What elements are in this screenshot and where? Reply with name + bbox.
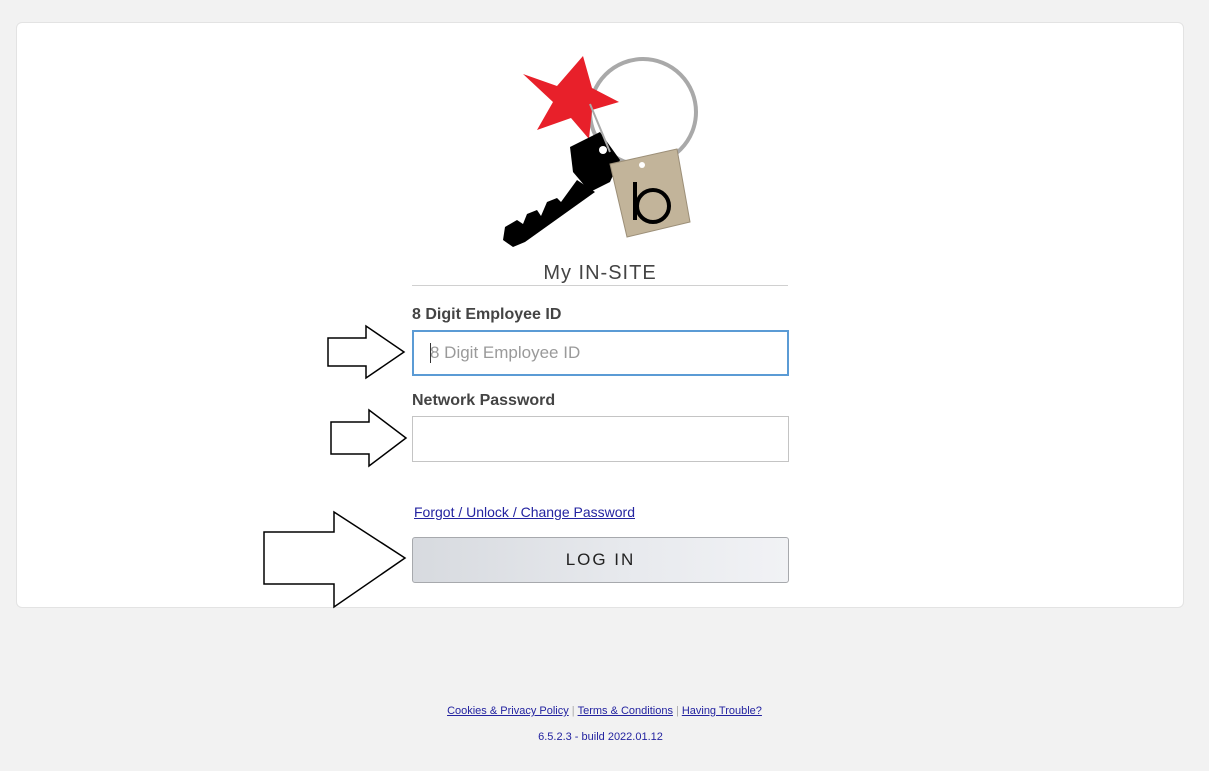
arrow-right-icon [263,510,407,609]
cookies-privacy-link[interactable]: Cookies & Privacy Policy [447,705,569,717]
key-with-star-and-b-tag-logo [503,56,698,247]
star-icon [523,56,619,139]
employee-id-label: 8 Digit Employee ID [412,306,562,323]
password-input[interactable] [412,416,789,462]
login-button[interactable]: LOG IN [412,537,789,583]
footer-links: Cookies & Privacy Policy | Terms & Conditi… [0,705,1209,717]
employee-id-input[interactable] [412,330,789,376]
arrow-right-icon [327,324,406,380]
terms-conditions-link[interactable]: Terms & Conditions [578,705,673,717]
version-text: 6.5.2.3 - build 2022.01.12 [538,731,663,743]
page-title: My IN-SITE [412,261,788,286]
footer-separator: | [571,705,575,717]
text-caret [430,343,431,363]
password-label: Network Password [412,392,556,409]
having-trouble-link[interactable]: Having Trouble? [682,705,762,717]
arrow-right-icon [330,408,408,468]
forgot-password-link[interactable]: Forgot / Unlock / Change Password [414,504,635,520]
footer-separator: | [675,705,679,717]
b-tag-icon [609,148,691,238]
key-icon [503,132,620,247]
